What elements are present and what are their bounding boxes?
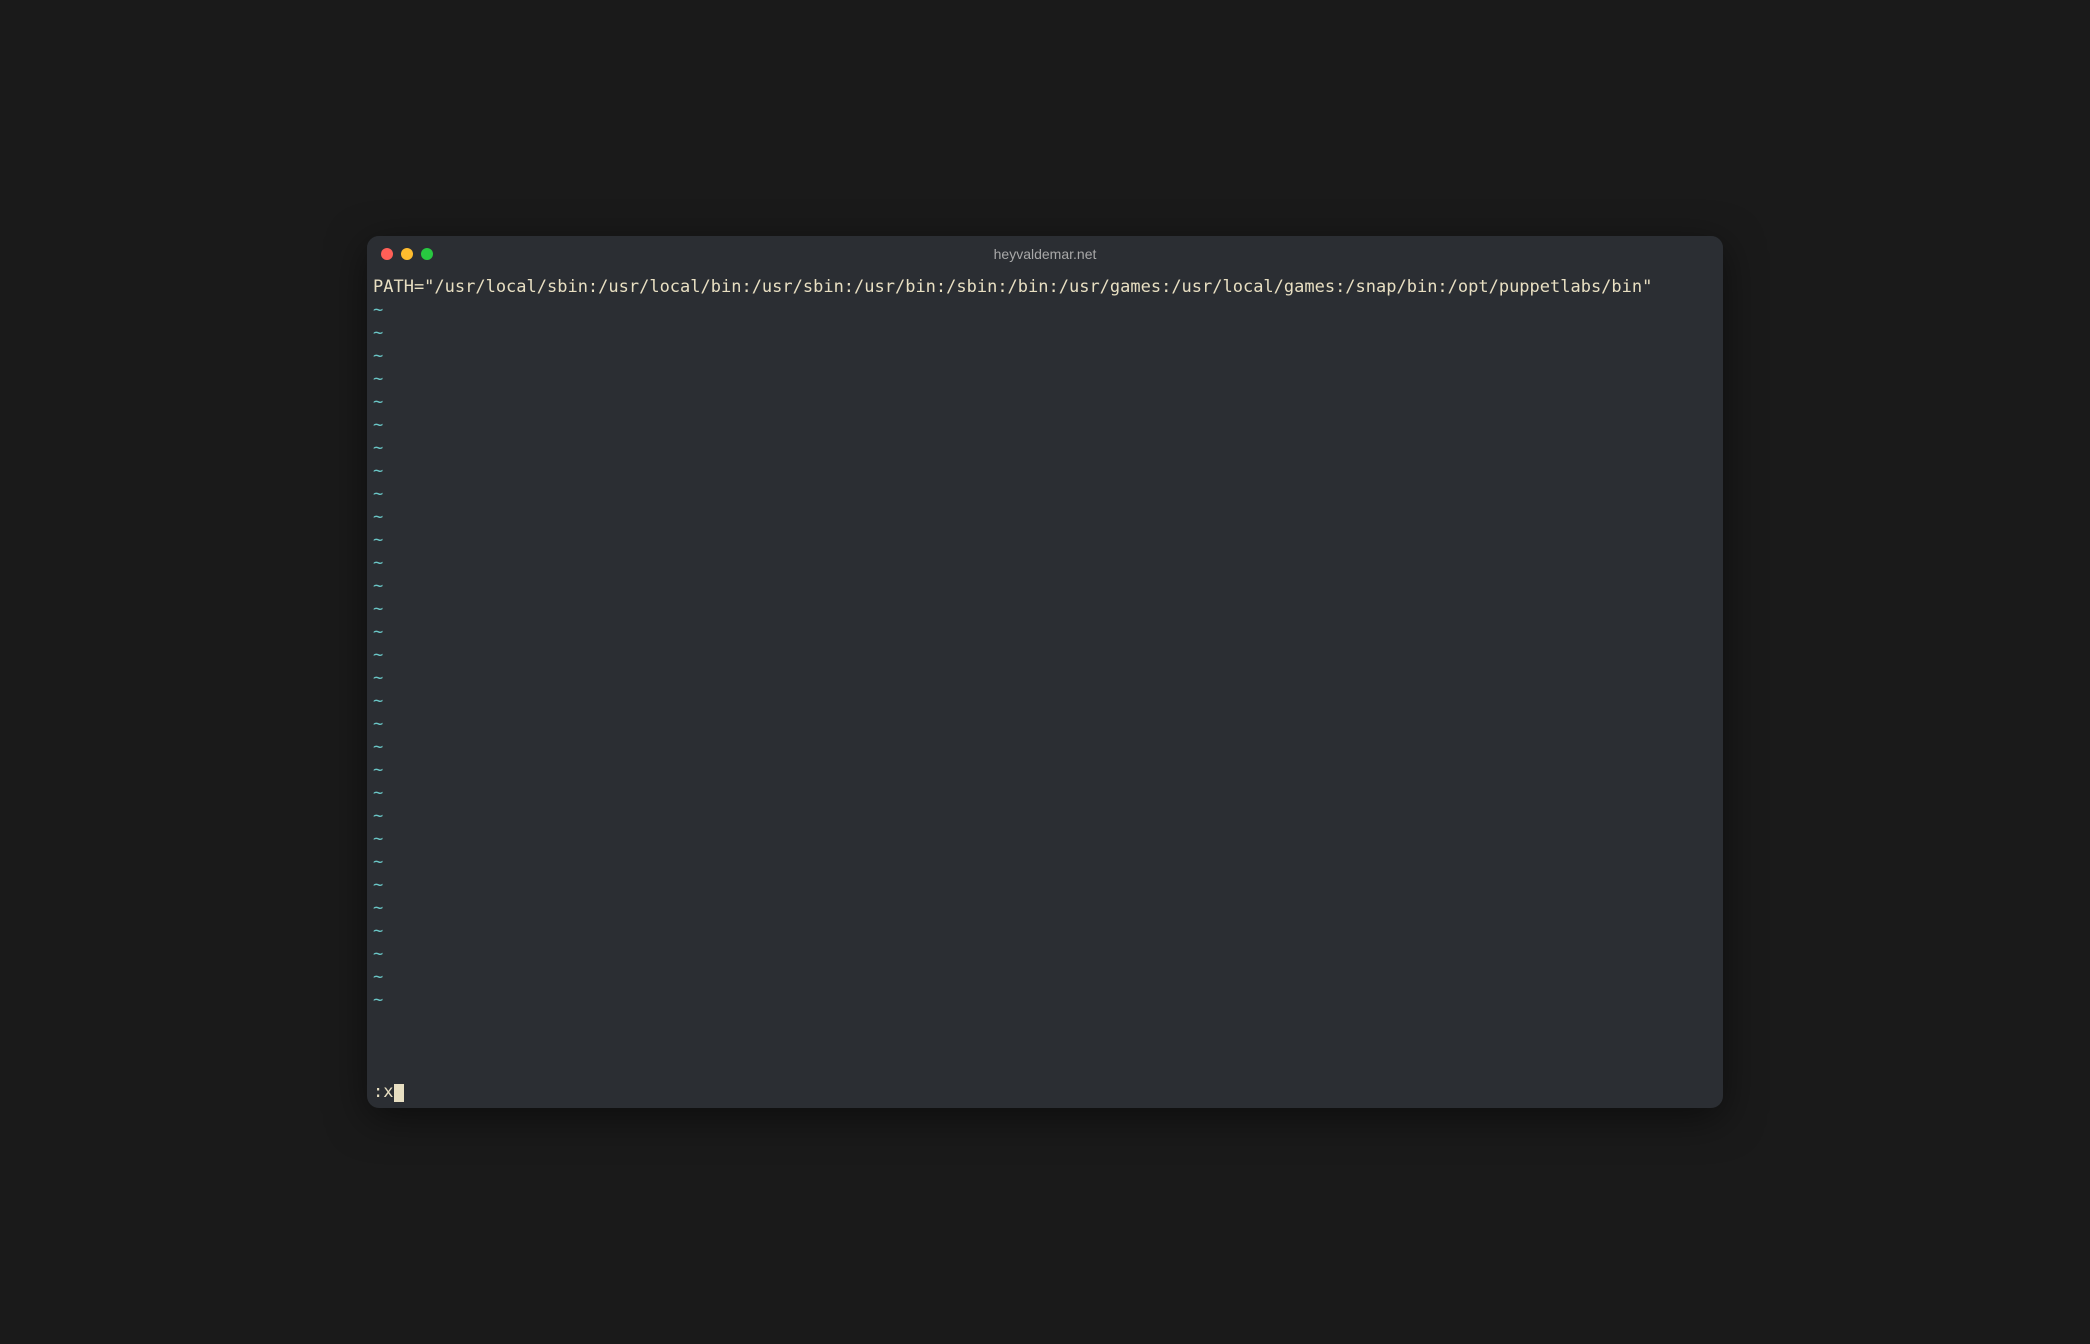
- empty-line-marker: ~: [373, 575, 1717, 598]
- empty-line-marker: ~: [373, 621, 1717, 644]
- empty-line-marker: ~: [373, 506, 1717, 529]
- empty-line-marker: ~: [373, 759, 1717, 782]
- empty-line-marker: ~: [373, 828, 1717, 851]
- empty-line-marker: ~: [373, 897, 1717, 920]
- empty-line-marker: ~: [373, 460, 1717, 483]
- empty-line-marker: ~: [373, 966, 1717, 989]
- close-icon[interactable]: [381, 248, 393, 260]
- empty-line-marker: ~: [373, 943, 1717, 966]
- command-line[interactable]: :x: [373, 1081, 1717, 1108]
- empty-line-marker: ~: [373, 322, 1717, 345]
- empty-line-marker: ~: [373, 851, 1717, 874]
- empty-line-marker: ~: [373, 920, 1717, 943]
- empty-line-marker: ~: [373, 644, 1717, 667]
- empty-line-marker: ~: [373, 736, 1717, 759]
- editor-body[interactable]: PATH="/usr/local/sbin:/usr/local/bin:/us…: [367, 272, 1723, 1108]
- titlebar: heyvaldemar.net: [367, 236, 1723, 272]
- maximize-icon[interactable]: [421, 248, 433, 260]
- terminal-window: heyvaldemar.net PATH="/usr/local/sbin:/u…: [367, 236, 1723, 1108]
- empty-line-marker: ~: [373, 299, 1717, 322]
- minimize-icon[interactable]: [401, 248, 413, 260]
- empty-line-marker: ~: [373, 368, 1717, 391]
- empty-line-marker: ~: [373, 989, 1717, 1012]
- empty-line-marker: ~: [373, 437, 1717, 460]
- empty-line-marker: ~: [373, 529, 1717, 552]
- empty-line-marker: ~: [373, 667, 1717, 690]
- empty-line-marker: ~: [373, 782, 1717, 805]
- window-title: heyvaldemar.net: [994, 246, 1097, 262]
- empty-line-marker: ~: [373, 598, 1717, 621]
- file-content: PATH="/usr/local/sbin:/usr/local/bin:/us…: [373, 276, 1717, 299]
- empty-line-marker: ~: [373, 414, 1717, 437]
- empty-line-marker: ~: [373, 552, 1717, 575]
- traffic-lights: [381, 248, 433, 260]
- empty-lines-container: ~~~~~~~~~~~~~~~~~~~~~~~~~~~~~~~: [373, 299, 1717, 1081]
- empty-line-marker: ~: [373, 874, 1717, 897]
- vim-command: :x: [373, 1081, 393, 1104]
- empty-line-marker: ~: [373, 483, 1717, 506]
- empty-line-marker: ~: [373, 345, 1717, 368]
- empty-line-marker: ~: [373, 690, 1717, 713]
- empty-line-marker: ~: [373, 713, 1717, 736]
- empty-line-marker: ~: [373, 391, 1717, 414]
- cursor-icon: [394, 1084, 404, 1102]
- empty-line-marker: ~: [373, 805, 1717, 828]
